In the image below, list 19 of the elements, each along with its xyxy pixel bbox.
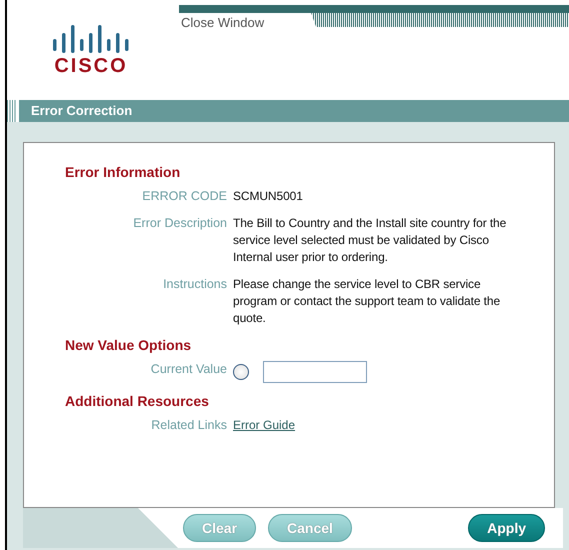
close-window-link[interactable]: Close Window [179,13,266,32]
hatch-stripe [7,100,17,122]
section-title: Error Information [65,164,180,180]
field-label: Error Description [132,215,227,232]
section-title: New Value Options [65,337,192,353]
field-label: Current Value [150,361,227,378]
value-input[interactable] [263,361,367,383]
field-value: Please change the service level to CBR service program or contact the support team to validate the quote. [233,276,502,327]
section-title: Additional Resources [65,393,209,409]
field-label: Instructions [162,276,227,293]
logo-text: CISCO [54,55,128,77]
field-label: ERROR CODE [141,188,227,205]
apply-button[interactable]: Apply [468,514,545,542]
radio-button[interactable] [233,364,249,380]
error-guide-link[interactable]: Error Guide [233,418,296,432]
page-title: Error Correction [17,100,132,122]
field-value: SCMUN5001 [233,188,304,205]
field-label: Related Links [150,417,227,434]
field-value: The Bill to Country and the Install site country for the service level selected must be validated by Cisco Internal user prior to ordering. [233,215,508,266]
